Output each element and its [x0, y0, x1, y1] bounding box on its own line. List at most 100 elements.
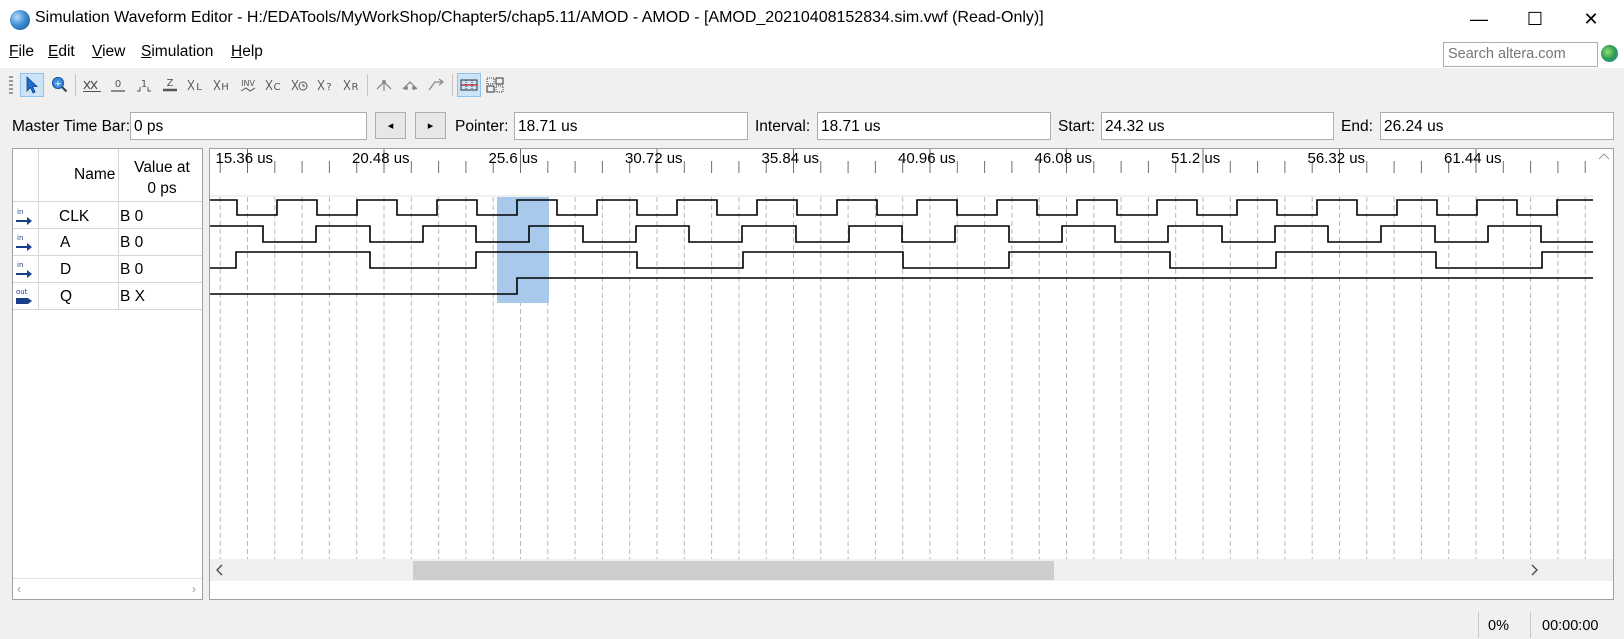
input-pin-icon: in	[16, 261, 32, 278]
end-field[interactable]: 26.24 us	[1380, 112, 1614, 140]
svg-text:R: R	[352, 82, 359, 93]
status-separator	[1478, 612, 1479, 638]
master-time-bar-label: Master Time Bar:	[12, 118, 130, 135]
force-high-icon[interactable]: 1	[132, 73, 156, 97]
count-value-icon[interactable]: C	[262, 73, 286, 97]
signal-value: B X	[120, 288, 145, 305]
menu-help-label: elp	[242, 43, 263, 60]
start-label: Start:	[1058, 118, 1096, 135]
toolbar-separator	[452, 74, 453, 96]
zoom-icon[interactable]: +	[47, 73, 71, 97]
pin-direction-label: in	[17, 208, 23, 216]
select-all-icon[interactable]	[483, 73, 507, 97]
maximize-button[interactable]: ☐	[1507, 0, 1563, 38]
window-title: Simulation Waveform Editor - H:/EDATools…	[35, 9, 1044, 26]
weak-low-icon[interactable]: L	[184, 73, 208, 97]
pin-direction-label: out	[16, 288, 28, 296]
progress-indicator: 0%	[1488, 618, 1509, 634]
toolbar-separator	[367, 74, 368, 96]
pin-direction-label: in	[17, 234, 23, 242]
name-column-header[interactable]: Name	[74, 166, 115, 184]
d-waveform	[210, 251, 1593, 269]
timescale-label: 35.84 us	[762, 150, 820, 167]
signal-name: CLK	[59, 208, 90, 225]
vertical-scrollbar[interactable]	[1593, 149, 1614, 559]
globe-icon[interactable]	[1601, 45, 1618, 62]
waveform-canvas[interactable]: 15.36 us 20.48 us 25.6 us 30.72 us 35.84 us 4…	[210, 149, 1614, 600]
uninitialized-icon[interactable]	[80, 73, 104, 97]
signal-value: B 0	[120, 208, 144, 225]
minimize-button[interactable]: —	[1451, 0, 1507, 38]
timescale-label: 56.32 us	[1308, 150, 1366, 167]
end-label: End:	[1341, 118, 1373, 135]
signal-name: D	[60, 261, 72, 278]
pointer-field[interactable]: 18.71 us	[514, 112, 748, 140]
signal-value: B 0	[120, 234, 144, 251]
input-pin-icon: in	[16, 234, 32, 251]
scroll-left-icon[interactable]: ‹	[17, 582, 21, 596]
selection-interval[interactable]	[497, 197, 549, 303]
svg-text:+: +	[54, 80, 62, 90]
next-transition-button[interactable]: ▸	[415, 112, 446, 139]
elapsed-time: 00:00:00	[1542, 618, 1599, 634]
random-value-icon[interactable]: R	[340, 73, 364, 97]
clk-waveform	[210, 199, 1593, 216]
output-pin-icon: out	[16, 288, 32, 304]
scroll-right-icon[interactable]: ›	[192, 582, 196, 596]
menu-edit[interactable]: Edit	[48, 43, 75, 61]
menu-file[interactable]: File	[9, 43, 34, 61]
horizontal-scroll-thumb[interactable]	[413, 561, 1054, 580]
timescale-label: 15.36 us	[216, 150, 274, 167]
menu-simulation-mnemonic: S	[141, 43, 152, 60]
status-separator	[1530, 612, 1531, 638]
timescale-label: 51.2 us	[1171, 150, 1220, 167]
ungroup-icon[interactable]	[398, 73, 422, 97]
timescale-label: 40.96 us	[898, 150, 956, 167]
signal-row-a[interactable]: in A B 0	[13, 229, 202, 256]
toolbar-separator	[75, 74, 76, 96]
signal-row-clk[interactable]: in CLK B 0	[13, 203, 202, 230]
svg-text:C: C	[274, 82, 281, 93]
menu-help[interactable]: Help	[231, 43, 263, 61]
pin-direction-label: in	[17, 261, 23, 269]
force-low-icon[interactable]: 0	[106, 73, 130, 97]
svg-text:INV: INV	[241, 79, 255, 88]
waveform-panel[interactable]: 15.36 us 20.48 us 25.6 us 30.72 us 35.84 us 4…	[209, 148, 1614, 600]
previous-transition-button[interactable]: ◂	[375, 112, 406, 139]
weak-high-icon[interactable]: H	[210, 73, 234, 97]
signal-value: B 0	[120, 261, 144, 278]
menu-view[interactable]: View	[92, 43, 125, 61]
grid-settings-icon[interactable]	[457, 73, 481, 97]
menu-edit-label: dit	[58, 43, 75, 60]
master-time-bar-field[interactable]: 0 ps	[130, 112, 367, 140]
value-column-header[interactable]: Value at 0 ps	[132, 157, 192, 199]
input-pin-icon: in	[16, 208, 32, 225]
search-input[interactable]: Search altera.com	[1443, 42, 1598, 67]
clock-icon[interactable]	[288, 73, 312, 97]
menu-simulation[interactable]: Simulation	[141, 43, 213, 61]
title-bar: Simulation Waveform Editor - H:/EDATools…	[0, 0, 1624, 38]
pointer-icon[interactable]	[20, 73, 44, 97]
interval-field[interactable]: 18.71 us	[817, 112, 1051, 140]
start-field[interactable]: 24.32 us	[1101, 112, 1334, 140]
invert-icon[interactable]: INV	[236, 73, 260, 97]
timescale-label: 61.44 us	[1444, 150, 1502, 167]
row-divider	[13, 309, 202, 310]
close-button[interactable]: ✕	[1563, 0, 1619, 38]
signal-name: Q	[60, 288, 73, 305]
signal-row-q[interactable]: out Q B X	[13, 283, 202, 310]
signal-row-d[interactable]: in D B 0	[13, 256, 202, 283]
status-bar	[0, 611, 1624, 639]
toolbar-grip[interactable]	[9, 76, 13, 96]
name-panel-horizontal-scrollbar[interactable]: ‹ ›	[13, 578, 202, 599]
arbitrary-value-icon[interactable]: ?	[314, 73, 338, 97]
svg-text:0: 0	[115, 79, 121, 90]
reverse-group-icon[interactable]	[424, 73, 448, 97]
menu-edit-mnemonic: E	[48, 43, 59, 60]
menu-bar: File Edit View Simulation Help	[0, 38, 1624, 68]
svg-text:L: L	[196, 82, 202, 93]
high-impedance-icon[interactable]: Z	[158, 73, 182, 97]
svg-text:?: ?	[326, 82, 331, 93]
interval-label: Interval:	[755, 118, 811, 135]
group-icon[interactable]	[372, 73, 396, 97]
